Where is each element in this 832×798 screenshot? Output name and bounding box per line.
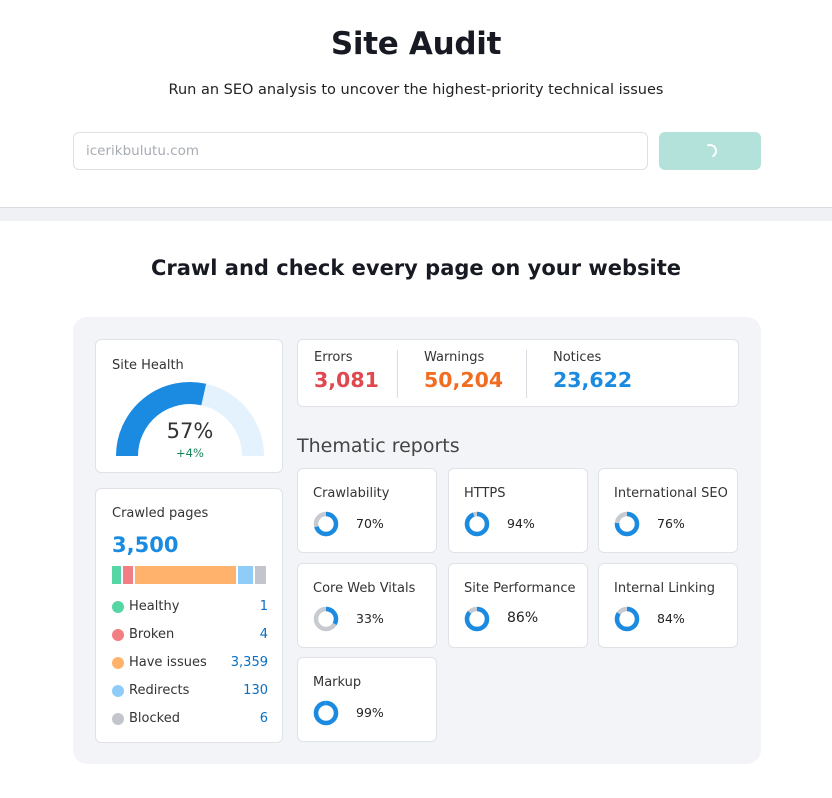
warnings-label: Warnings <box>424 350 485 365</box>
legend-label: Blocked <box>129 711 180 726</box>
report-card-https[interactable]: HTTPS 94% <box>448 468 588 553</box>
crawled-pages-card: Crawled pages 3,500 Healthy 1 Broken 4 H… <box>95 488 283 743</box>
legend-item-blocked: Blocked 6 <box>112 711 268 727</box>
crawled-pages-total: 3,500 <box>112 533 179 557</box>
progress-ring-icon <box>313 606 339 632</box>
legend-dot <box>112 685 124 697</box>
notices-stat: Notices 23,622 <box>553 350 632 392</box>
report-percent: 99% <box>356 705 384 720</box>
bar-segment-blocked <box>255 566 266 584</box>
warnings-stat: Warnings 50,204 <box>424 350 503 392</box>
page-subtitle: Run an SEO analysis to uncover the highe… <box>168 82 664 98</box>
legend-item-have-issues: Have issues 3,359 <box>112 655 268 671</box>
legend-value: 3,359 <box>230 655 268 670</box>
errors-stat: Errors 3,081 <box>314 350 379 392</box>
legend-value: 130 <box>243 683 268 698</box>
legend-label: Broken <box>129 627 175 642</box>
legend-label: Have issues <box>129 655 207 670</box>
stat-divider <box>397 350 398 398</box>
notices-label: Notices <box>553 350 602 365</box>
bar-segment-broken <box>123 566 133 584</box>
errors-value: 3,081 <box>314 368 379 392</box>
bar-segment-redirects <box>238 566 253 584</box>
legend-value: 4 <box>259 627 268 642</box>
legend-dot <box>112 601 124 613</box>
progress-ring-fill <box>464 511 490 537</box>
crawled-pages-label: Crawled pages <box>112 506 209 521</box>
progress-ring-icon <box>464 606 490 632</box>
report-percent: 86% <box>507 610 539 626</box>
start-audit-button[interactable] <box>659 132 761 170</box>
section-title: Crawl and check every page on your websi… <box>150 256 682 280</box>
legend-item-broken: Broken 4 <box>112 627 268 643</box>
loading-spinner-icon <box>701 142 719 160</box>
legend-label: Redirects <box>129 683 190 698</box>
report-card-crawlability[interactable]: Crawlability 70% <box>297 468 437 553</box>
thematic-reports-title: Thematic reports <box>297 435 460 457</box>
report-label: Core Web Vitals <box>313 581 416 596</box>
progress-ring-icon <box>313 511 339 537</box>
bar-segment-have-issues <box>135 566 236 584</box>
section-divider <box>0 207 832 221</box>
progress-ring-icon <box>614 511 640 537</box>
report-card-markup[interactable]: Markup 99% <box>297 657 437 742</box>
domain-input[interactable] <box>73 132 648 170</box>
legend-dot <box>112 713 124 725</box>
progress-ring-icon <box>313 700 339 726</box>
report-card-internal-linking[interactable]: Internal Linking 84% <box>598 563 738 648</box>
errors-label: Errors <box>314 350 353 365</box>
report-percent: 84% <box>657 611 685 626</box>
report-percent: 70% <box>356 516 384 531</box>
crawled-pages-bar <box>112 566 266 584</box>
report-percent: 94% <box>507 516 535 531</box>
report-label: Site Performance <box>464 581 576 596</box>
stat-divider <box>526 350 527 398</box>
site-health-delta: +4% <box>176 446 204 460</box>
report-percent: 76% <box>657 516 685 531</box>
report-card-site-performance[interactable]: Site Performance 86% <box>448 563 588 648</box>
report-label: Internal Linking <box>614 581 715 596</box>
site-health-card: Site Health 57% +4% <box>95 339 283 473</box>
report-label: Crawlability <box>313 486 390 501</box>
legend-dot <box>112 629 124 641</box>
notices-value: 23,622 <box>553 368 633 392</box>
hero-section: Site Audit Run an SEO analysis to uncove… <box>0 0 832 208</box>
issues-summary-card: Errors 3,081 Warnings 50,204 Notices 23,… <box>297 339 739 407</box>
page-title: Site Audit <box>330 26 502 62</box>
bar-segment-healthy <box>112 566 121 584</box>
progress-ring-fill <box>313 700 339 726</box>
warnings-value: 50,204 <box>424 368 504 392</box>
site-health-percent: 57% <box>166 419 214 443</box>
progress-ring-icon <box>464 511 490 537</box>
report-percent: 33% <box>356 611 384 626</box>
legend-value: 6 <box>259 711 268 726</box>
report-card-international-seo[interactable]: International SEO 76% <box>598 468 738 553</box>
report-label: HTTPS <box>464 486 506 501</box>
progress-ring-icon <box>614 606 640 632</box>
report-label: Markup <box>313 675 362 690</box>
legend-dot <box>112 657 124 669</box>
legend-value: 1 <box>259 599 268 614</box>
report-label: International SEO <box>614 486 728 501</box>
legend-label: Healthy <box>129 599 180 614</box>
legend-item-healthy: Healthy 1 <box>112 599 268 615</box>
legend-item-redirects: Redirects 130 <box>112 683 268 699</box>
report-card-core-web-vitals[interactable]: Core Web Vitals 33% <box>297 563 437 648</box>
